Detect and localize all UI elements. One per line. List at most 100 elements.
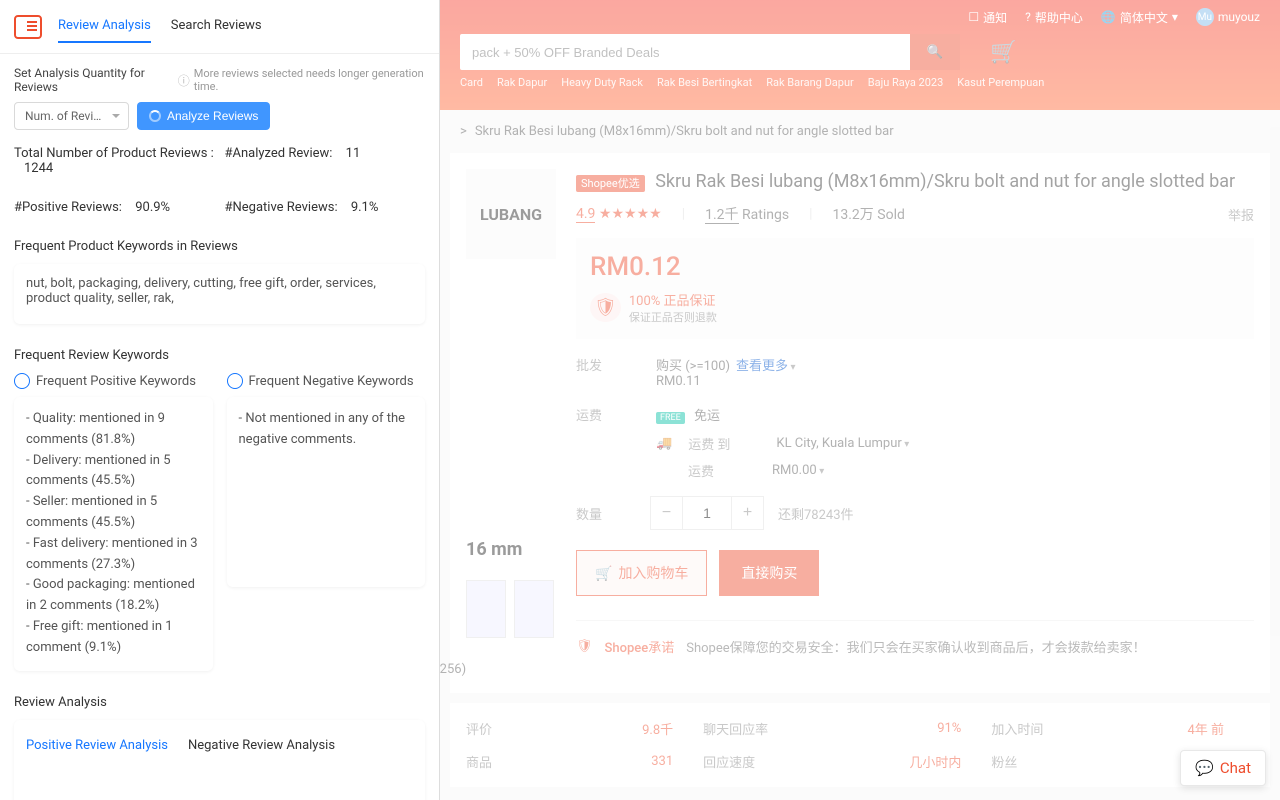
tab-positive-analysis[interactable]: Positive Review Analysis: [26, 732, 168, 759]
tab-review-analysis[interactable]: Review Analysis: [58, 10, 151, 43]
stock-text: 还剩78243件: [778, 504, 854, 523]
stat-value: 9.8千: [526, 719, 703, 738]
guarantee-title: 100% 正品保证: [629, 290, 717, 309]
breadcrumb-sep: >: [460, 124, 467, 139]
quantity-hint: More reviews selected needs longer gener…: [194, 67, 425, 93]
neg-keywords-title: Frequent Negative Keywords: [249, 374, 414, 389]
star-icon: ★★★★★: [599, 206, 662, 222]
quick-link[interactable]: Rak Dapur: [497, 76, 547, 89]
free-shipping-text: 免运: [694, 409, 720, 424]
promise-text: Shopee保障您的交易安全：我们只会在买家确认收到商品后，才会拨款给卖家！: [686, 637, 1145, 656]
total-reviews-value: 1244: [24, 161, 53, 176]
quick-link[interactable]: Baju Raya 2023: [868, 76, 944, 89]
analyzed-label: #Analyzed Review:: [225, 146, 333, 161]
product-size-label: 16 mm: [466, 539, 556, 560]
shield-icon: 🛡: [590, 293, 621, 322]
tab-search-reviews[interactable]: Search Reviews: [171, 10, 262, 43]
stat-label: 回应速度: [703, 752, 793, 771]
chat-fab[interactable]: 💬 Chat: [1180, 750, 1266, 786]
sold-count: 13.2万: [833, 207, 874, 223]
search-button[interactable]: 🔍: [910, 34, 960, 70]
analyze-button[interactable]: Analyze Reviews: [137, 102, 270, 130]
cart-icon[interactable]: 🛒: [990, 40, 1017, 65]
loading-spinner-icon: [149, 110, 161, 122]
add-to-cart-button[interactable]: 🛒 加入购物车: [576, 550, 707, 596]
ratings-count[interactable]: 1.2千: [705, 207, 738, 224]
review-analysis-title: Review Analysis: [14, 695, 425, 710]
ship-fee-selector[interactable]: RM0.00: [772, 463, 824, 478]
quick-link[interactable]: Heavy Duty Rack: [561, 76, 643, 89]
stat-value: 91%: [793, 721, 991, 736]
promise-brand: Shopee承诺: [605, 637, 675, 656]
freq-review-title: Frequent Review Keywords: [14, 348, 425, 363]
notify-label: 通知: [983, 9, 1007, 26]
positive-value: 90.9%: [135, 200, 170, 215]
sold-label: Sold: [877, 207, 905, 223]
rating-value[interactable]: 4.9: [576, 206, 595, 223]
analyze-button-label: Analyze Reviews: [167, 109, 258, 123]
product-title: Shopee优选 Skru Rak Besi lubang (M8x16mm)/…: [576, 169, 1254, 194]
view-more-link[interactable]: 查看更多: [736, 355, 1254, 389]
quick-link[interactable]: Kasut Perempuan: [957, 76, 1044, 89]
num-reviews-select[interactable]: Num. of Reviews to Ana: [14, 102, 129, 130]
username: muyouz: [1218, 10, 1260, 24]
help-link[interactable]: ? 帮助中心: [1025, 9, 1083, 26]
product-main-image[interactable]: LUBANG: [466, 169, 556, 259]
quick-link[interactable]: Rak Besi Bertingkat: [657, 76, 752, 89]
negative-value: 9.1%: [351, 200, 379, 215]
user-menu[interactable]: Mu muyouz: [1196, 8, 1260, 26]
quick-link[interactable]: Rak Barang Dapur: [766, 76, 854, 89]
product-thumb[interactable]: [514, 580, 554, 638]
language-label: 简体中文: [1120, 9, 1168, 26]
notify-link[interactable]: ☐ 通知: [968, 9, 1007, 26]
qty-plus-button[interactable]: +: [731, 497, 763, 529]
quick-link[interactable]: Card: [460, 76, 483, 89]
ratings-label: Ratings: [742, 207, 789, 223]
search-icon: 🔍: [927, 44, 944, 60]
quantity-stepper: − +: [650, 496, 764, 530]
product-page: ☐ 通知 ? 帮助中心 🌐 简体中文 ▾ Mu muyouz 🔍: [440, 0, 1280, 800]
neg-keywords-box: - Not mentioned in any of the negative c…: [227, 397, 426, 587]
stat-label: 粉丝: [991, 752, 1071, 771]
language-selector[interactable]: 🌐 简体中文 ▾: [1101, 9, 1178, 26]
frown-icon: [227, 373, 243, 389]
breadcrumb: > Skru Rak Besi lubang (M8x16mm)/Skru bo…: [440, 110, 1280, 153]
globe-icon: 🌐: [1101, 10, 1116, 24]
stat-label: 商品: [466, 752, 526, 771]
pos-keyword-item: - Fast delivery: mentioned in 3 comments…: [26, 534, 201, 576]
search-input[interactable]: [460, 34, 960, 70]
stat-value: 4年 前: [1071, 719, 1254, 738]
ship-to-label: 运费 到: [688, 434, 730, 453]
ship-fee-label: 运费: [688, 461, 714, 480]
pos-keyword-item: - Good packaging: mentioned in 2 comment…: [26, 575, 201, 617]
avatar: Mu: [1196, 8, 1214, 26]
pos-keywords-box: - Quality: mentioned in 9 comments (81.8…: [14, 397, 213, 671]
qty-minus-button[interactable]: −: [651, 497, 683, 529]
buy-now-button[interactable]: 直接购买: [719, 550, 819, 596]
chevron-down-icon: ▾: [1172, 10, 1178, 24]
pos-keyword-item: - Quality: mentioned in 9 comments (81.8…: [26, 409, 201, 451]
ship-to-selector[interactable]: KL City, Kuala Lumpur: [776, 436, 909, 451]
wholesale-label: 批发: [576, 355, 656, 389]
shield-icon: 🛡: [576, 639, 593, 654]
free-shipping-icon: FREE: [656, 412, 685, 424]
quantity-label: Set Analysis Quantity for Reviews: [14, 66, 174, 94]
chat-label: Chat: [1220, 759, 1251, 777]
stat-label: 聊天回应率: [703, 719, 793, 738]
analysis-panel: Review Analysis Search Reviews Set Analy…: [0, 0, 440, 800]
qty-input[interactable]: [683, 497, 731, 529]
stat-value: 几小时内: [793, 752, 991, 771]
total-reviews-label: Total Number of Product Reviews :: [14, 146, 214, 161]
pos-keyword-item: - Seller: mentioned in 5 comments (45.5%…: [26, 492, 201, 534]
pos-keyword-item: - Delivery: mentioned in 5 comments (45.…: [26, 451, 201, 493]
report-link[interactable]: 举报: [1228, 205, 1254, 224]
cart-icon: 🛒: [595, 565, 612, 582]
truck-icon: 🚚: [656, 436, 672, 451]
tab-negative-analysis[interactable]: Negative Review Analysis: [188, 732, 335, 759]
guarantee-subtitle: 保证正品否则退款: [629, 309, 717, 325]
pos-keywords-title: Frequent Positive Keywords: [36, 374, 196, 389]
product-thumb[interactable]: [466, 580, 506, 638]
freq-product-title: Frequent Product Keywords in Reviews: [14, 239, 425, 254]
stat-label: 评价: [466, 719, 526, 738]
negative-label: #Negative Reviews:: [225, 200, 338, 215]
